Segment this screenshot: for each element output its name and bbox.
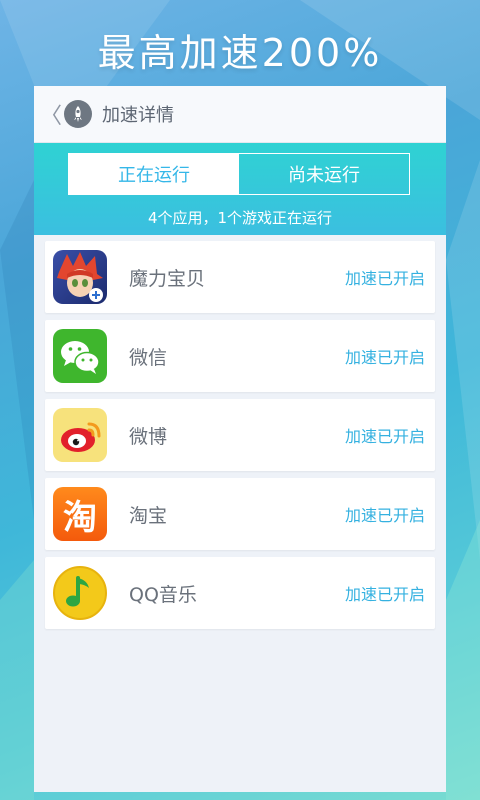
app-name: 微信 (129, 346, 168, 369)
list-item[interactable]: 魔力宝贝 加速已开启 (45, 241, 435, 313)
list-item[interactable]: 微信 加速已开启 (45, 320, 435, 392)
taobao-icon-glyph: 淘 (63, 497, 97, 538)
tab-not-running[interactable]: 尚未运行 (239, 154, 409, 194)
page-title: 加速详情 (102, 105, 174, 126)
app-name: QQ音乐 (129, 583, 197, 606)
speedup-status: 加速已开启 (344, 427, 425, 446)
promo-headline: 最高加速200% (97, 31, 383, 75)
tab-running[interactable]: 正在运行 (69, 154, 239, 194)
app-name: 魔力宝贝 (129, 267, 206, 290)
app-name: 微博 (129, 425, 168, 448)
speedup-status: 加速已开启 (344, 506, 425, 525)
taobao-icon: 淘 (53, 487, 107, 541)
weibo-icon (53, 408, 107, 462)
app-list: 魔力宝贝 加速已开启 微信 加速已开启 微博 加速已开启 淘 淘宝 加速已开启 … (34, 235, 446, 629)
qq-music-icon (53, 566, 107, 620)
game-character-icon (53, 250, 107, 304)
speedup-status: 加速已开启 (344, 585, 425, 604)
app-name: 淘宝 (129, 504, 168, 527)
status-band: 正在运行 尚未运行 4个应用，1个游戏正在运行 (34, 143, 446, 235)
back-icon[interactable]: 〈 (40, 98, 62, 130)
speedup-status: 加速已开启 (344, 269, 425, 288)
list-item[interactable]: 淘 淘宝 加速已开启 (45, 478, 435, 550)
rocket-icon (64, 100, 92, 128)
wechat-icon (53, 329, 107, 383)
segmented-control: 正在运行 尚未运行 (68, 153, 410, 195)
list-item[interactable]: QQ音乐 加速已开启 (45, 557, 435, 629)
panel-header: 〈 加速详情 (34, 86, 446, 143)
speedup-status: 加速已开启 (344, 348, 425, 367)
list-item[interactable]: 微博 加速已开启 (45, 399, 435, 471)
speedup-detail-panel: 〈 加速详情 正在运行 尚未运行 4个应用，1个游戏正在运行 魔力宝贝 加速已开… (34, 86, 446, 792)
running-summary: 4个应用，1个游戏正在运行 (147, 209, 333, 227)
